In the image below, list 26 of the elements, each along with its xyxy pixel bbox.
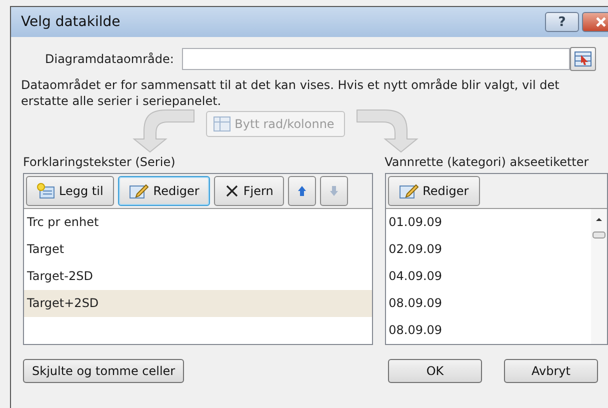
dialog-button[interactable]: OK: [388, 359, 482, 383]
delete-x-icon: [225, 184, 240, 198]
panel-label: Vannrette (kategori) akseetiketter: [384, 155, 590, 169]
remove-button[interactable]: Fjern: [214, 176, 284, 206]
list-item[interactable]: Target+2SD: [24, 290, 372, 317]
range-field[interactable]: [182, 48, 570, 70]
edit-icon: [129, 183, 150, 199]
edit-button[interactable]: Rediger: [118, 176, 210, 206]
add-list-icon: [37, 183, 55, 199]
field-label: Diagramdataområde:: [45, 52, 174, 66]
range-select-icon: [574, 51, 592, 67]
up-arrow-icon: [297, 185, 308, 197]
switch-icon: [212, 116, 231, 132]
down-arrow-icon: [329, 185, 340, 197]
info-message: Dataområdet er for sammensatt til at det kan vises. Hvis et nytt område blir valgt, vil det erstatte alle serier i seriepanelet.: [21, 77, 560, 109]
panel-label: Forklaringstekster (Serie): [23, 155, 176, 169]
edit-icon: [398, 183, 419, 199]
up-button[interactable]: [288, 176, 316, 206]
help-button[interactable]: ?: [545, 12, 579, 32]
add-button[interactable]: Legg til: [26, 176, 114, 206]
hidden-cells-button[interactable]: Skjulte og tomme celler: [23, 359, 184, 383]
edit-button[interactable]: Rediger: [388, 176, 480, 206]
range-picker-button[interactable]: [570, 47, 596, 71]
dialog-button[interactable]: Avbryt: [504, 359, 598, 383]
window-title: Velg datakilde: [21, 14, 120, 30]
close-icon: [595, 16, 607, 28]
